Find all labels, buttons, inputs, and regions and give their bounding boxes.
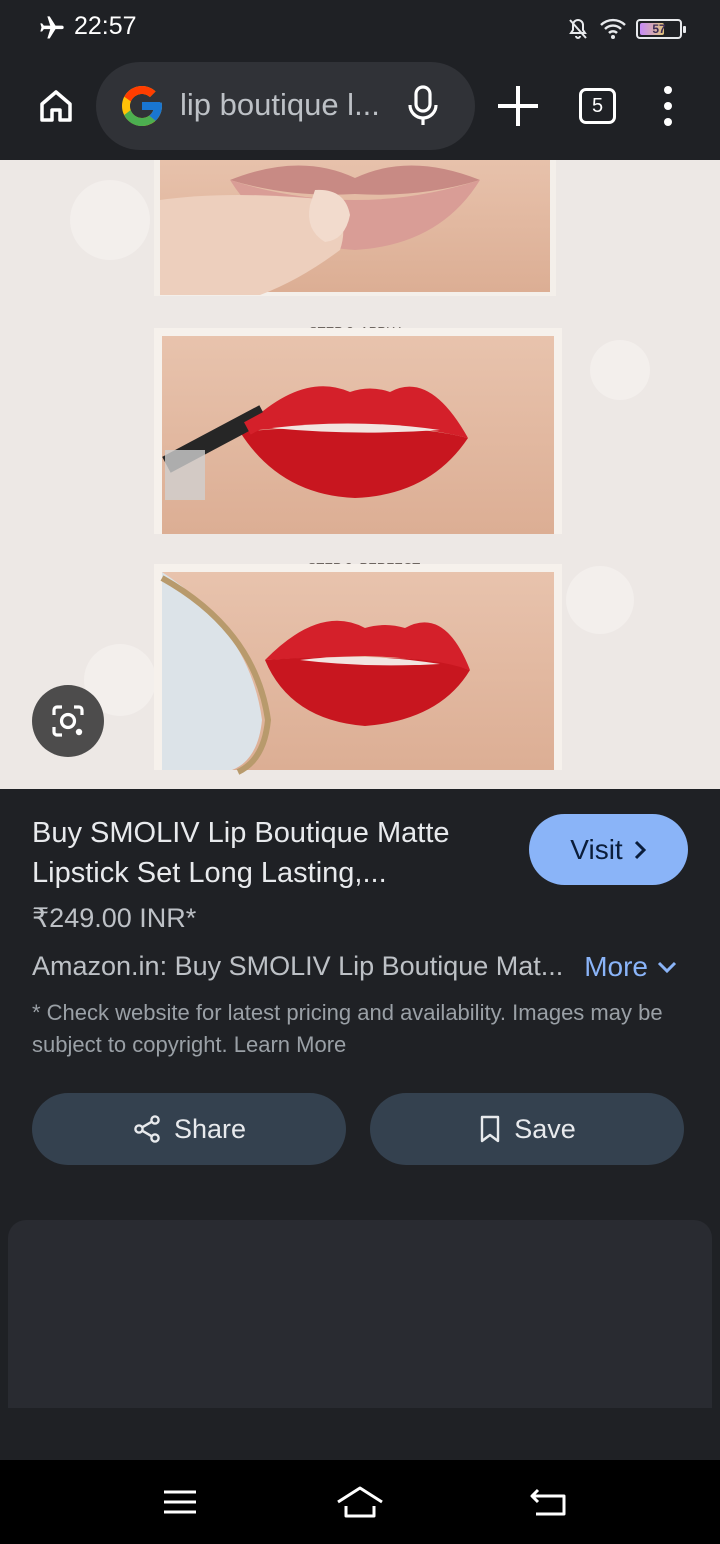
do-not-disturb-icon — [569, 18, 587, 39]
status-bar: 22:57 57 — [0, 0, 720, 58]
system-nav-bar — [0, 1460, 720, 1544]
status-time: 22:57 — [74, 12, 137, 40]
result-details: Buy SMOLIV Lip Boutique Matte Lipstick S… — [0, 789, 720, 1219]
result-title[interactable]: Buy SMOLIV Lip Boutique Matte Lipstick S… — [32, 813, 512, 893]
back-icon[interactable] — [526, 1482, 574, 1522]
save-button[interactable]: Save — [370, 1093, 684, 1165]
battery-icon: 57 — [636, 19, 686, 39]
disclaimer: * Check website for latest pricing and a… — [32, 1000, 663, 1057]
mic-icon[interactable] — [406, 84, 440, 128]
menu-icon[interactable] — [156, 1482, 204, 1522]
chevron-down-icon — [657, 961, 677, 974]
status-icons: 57 — [566, 14, 686, 44]
image-preview[interactable]: STEP 2: APPLY STEP 3: PERFECT — [0, 160, 720, 789]
more-button[interactable]: More — [584, 951, 678, 983]
source-row: Amazon.in: Buy SMOLIV Lip Boutique Mat..… — [32, 951, 688, 991]
search-bar[interactable]: lip boutique l... — [96, 62, 475, 150]
home-button[interactable] — [30, 80, 82, 132]
home-nav-icon[interactable] — [336, 1482, 384, 1522]
tab-switcher-button[interactable]: 5 — [579, 88, 616, 124]
home-icon — [40, 90, 72, 122]
chevron-right-icon — [634, 840, 646, 859]
save-label: Save — [514, 1113, 576, 1144]
more-vert-icon[interactable] — [658, 86, 678, 126]
google-logo — [122, 86, 162, 126]
lipstick-steps-image: STEP 2: APPLY STEP 3: PERFECT — [70, 160, 650, 775]
share-label: Share — [173, 1113, 247, 1144]
next-result-card[interactable] — [8, 1220, 712, 1408]
source-text: Amazon.in: Buy SMOLIV Lip Boutique Mat..… — [32, 951, 564, 981]
more-label: More — [584, 951, 648, 982]
new-tab-button[interactable] — [496, 84, 540, 128]
browser-toolbar: lip boutique l... 5 — [0, 58, 720, 160]
bookmark-icon — [481, 1115, 500, 1143]
visit-label: Visit — [570, 833, 623, 865]
google-lens-button[interactable] — [32, 685, 104, 757]
search-query: lip boutique l... — [180, 87, 380, 122]
visit-button[interactable]: Visit — [529, 814, 688, 885]
share-icon — [134, 1115, 160, 1143]
airplane-icon — [40, 16, 64, 39]
lens-icon — [52, 705, 84, 737]
price: ₹249.00 INR* — [32, 903, 197, 933]
wifi-icon — [600, 18, 626, 39]
share-button[interactable]: Share — [32, 1093, 346, 1165]
battery-level: 57 — [652, 22, 666, 36]
